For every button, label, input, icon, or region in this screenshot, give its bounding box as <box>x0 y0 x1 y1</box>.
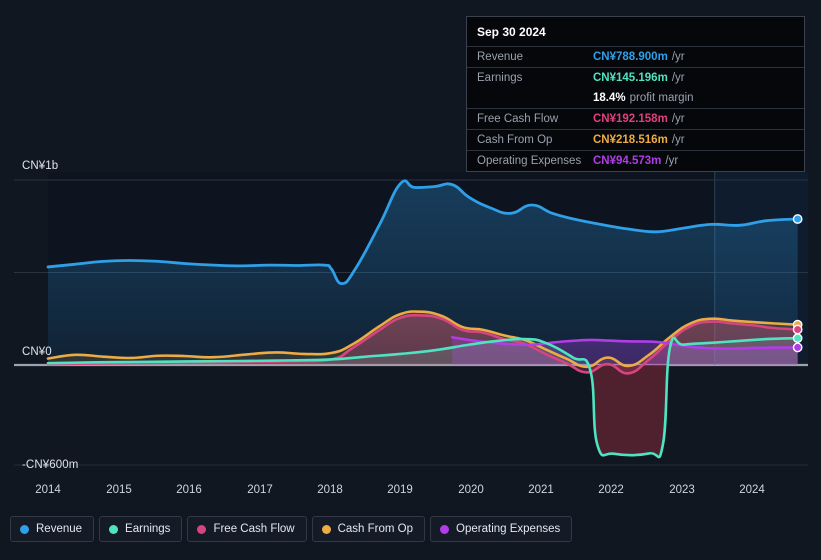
x-axis-label: 2017 <box>247 484 273 496</box>
legend-item-label: Operating Expenses <box>456 523 561 535</box>
x-axis-label: 2021 <box>528 484 554 496</box>
x-axis-label: 2019 <box>387 484 413 496</box>
tooltip-row-value: CN¥218.516m <box>593 134 668 146</box>
tooltip-row: Free Cash Flow CN¥192.158m/yr <box>467 108 804 129</box>
x-axis-label: 2016 <box>176 484 202 496</box>
y-axis-label: CN¥0 <box>22 346 52 358</box>
tooltip-row-value: CN¥94.573m <box>593 155 662 167</box>
x-axis-label: 2023 <box>669 484 695 496</box>
tooltip-row: 18.4% profit margin <box>467 88 804 108</box>
y-axis-label: -CN¥600m <box>22 459 79 471</box>
tooltip-row-value: CN¥192.158m <box>593 113 668 125</box>
tooltip-row-value: CN¥788.900m <box>593 51 668 63</box>
tooltip-row: Revenue CN¥788.900m/yr <box>467 46 804 67</box>
tooltip-row-value: CN¥145.196m <box>593 72 668 84</box>
tooltip-row: Earnings CN¥145.196m/yr <box>467 67 804 88</box>
x-axis-label: 2020 <box>458 484 484 496</box>
endpoint-marker <box>792 342 803 353</box>
legend-item-label: Revenue <box>36 523 83 535</box>
tooltip-row-label: Earnings <box>477 72 523 84</box>
tooltip-row-unit: profit margin <box>629 92 694 104</box>
x-axis-label: 2015 <box>106 484 132 496</box>
legend-item-label: Cash From Op <box>337 523 414 535</box>
legend-color-dot <box>20 524 29 534</box>
endpoint-marker <box>792 333 803 344</box>
tooltip-rows: Revenue CN¥788.900m/yr Earnings CN¥145.196m… <box>467 46 804 171</box>
endpoint-marker <box>792 324 803 335</box>
legend-color-dot <box>440 524 450 534</box>
endpoint-marker <box>792 214 803 224</box>
x-axis-label: 2014 <box>35 484 61 496</box>
tooltip-row: Cash From Op CN¥218.516m/yr <box>467 129 804 150</box>
legend-item-label: Free Cash Flow <box>213 523 295 535</box>
legend-item-free-cash-flow[interactable]: Free Cash Flow <box>187 516 307 542</box>
tooltip-row-unit: /yr <box>671 134 685 146</box>
data-tooltip: Sep 30 2024 Revenue CN¥788.900m/yr Earning… <box>466 16 805 172</box>
tooltip-row-unit: /yr <box>671 113 685 125</box>
legend-color-dot <box>109 524 119 534</box>
tooltip-row-unit: /yr <box>671 72 685 84</box>
tooltip-row-label: Revenue <box>477 51 524 63</box>
tooltip-row-unit: /yr <box>671 51 685 63</box>
legend-color-dot <box>197 524 207 534</box>
legend-item-earnings[interactable]: Earnings <box>99 516 183 542</box>
tooltip-row-label: Operating Expenses <box>477 155 582 167</box>
chart-legend[interactable]: Revenue Earnings Free Cash Flow Cash From O… <box>10 516 573 542</box>
tooltip-row-label: Cash From Op <box>477 134 553 146</box>
y-axis-label: CN¥1b <box>22 160 59 172</box>
legend-color-dot <box>321 524 331 534</box>
tooltip-row: Operating Expenses CN¥94.573m/yr <box>467 150 804 171</box>
financial-chart: CN¥1b CN¥0 -CN¥600m 2014 2015 2016 2017 2018 20… <box>0 0 821 560</box>
legend-item-cash-from-op[interactable]: Cash From Op <box>311 516 426 542</box>
tooltip-date: Sep 30 2024 <box>477 25 546 39</box>
tooltip-row-label: Free Cash Flow <box>477 113 559 125</box>
legend-item-operating-expenses[interactable]: Operating Expenses <box>430 516 573 542</box>
legend-item-revenue[interactable]: Revenue <box>10 516 95 542</box>
tooltip-row-unit: /yr <box>665 155 679 167</box>
tooltip-row-value: 18.4% <box>593 92 626 104</box>
x-axis-label: 2018 <box>317 484 343 496</box>
legend-item-label: Earnings <box>125 523 171 535</box>
x-axis-label: 2022 <box>598 484 624 496</box>
x-axis-label: 2024 <box>739 484 765 496</box>
